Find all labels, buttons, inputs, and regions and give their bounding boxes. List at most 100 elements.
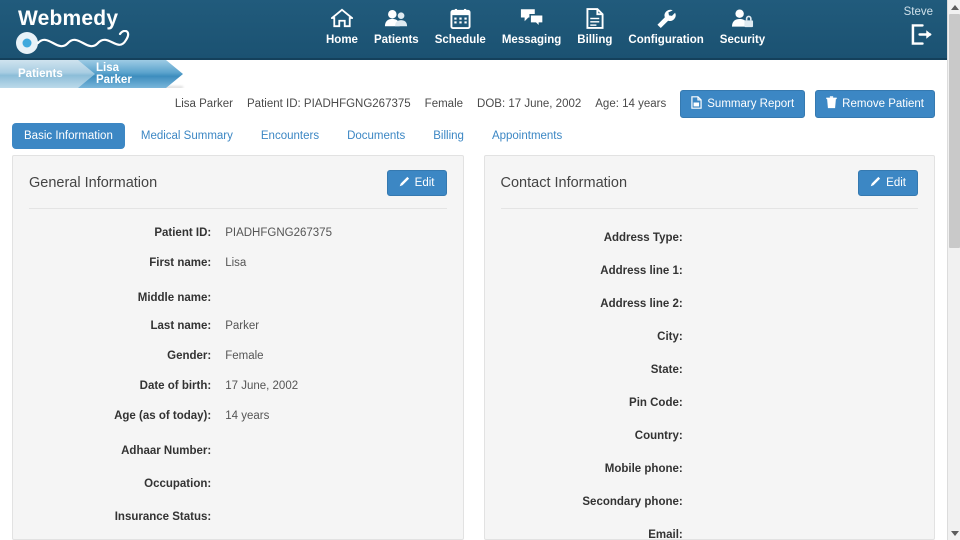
scrollbar-thumb[interactable]	[949, 14, 960, 248]
breadcrumb-label: Lisa Parker	[96, 62, 132, 86]
patient-summary-info: Lisa Parker Patient ID: PIADHFGNG267375 …	[175, 98, 666, 110]
nav-item-patients[interactable]: Patients	[366, 4, 427, 46]
field-label: Occupation:	[144, 478, 212, 490]
tab-appointments[interactable]: Appointments	[480, 123, 574, 149]
nav-label: Patients	[373, 34, 419, 46]
field-label: Pin Code:	[629, 397, 683, 409]
field-value	[225, 473, 446, 487]
main-content: General Information Edit Patient ID: PIAD…	[0, 155, 947, 540]
nav-label: Security	[719, 34, 766, 46]
field-label: Address line 1:	[600, 265, 683, 277]
app-logo[interactable]: Webmedy	[14, 8, 144, 56]
panel-title: General Information	[29, 175, 158, 191]
field-row: Middle name:	[29, 279, 447, 312]
field-label: Last name:	[150, 320, 212, 332]
remove-patient-label: Remove Patient	[842, 98, 924, 110]
tab-encounters[interactable]: Encounters	[249, 123, 331, 149]
patient-name: Lisa Parker	[174, 98, 234, 110]
field-value	[225, 287, 446, 301]
field-value	[697, 260, 918, 274]
field-label: Country:	[634, 430, 683, 442]
field-row: Insurance Status:	[29, 498, 447, 531]
field-row: Gender: Female	[29, 342, 447, 372]
scroll-up-button[interactable]	[948, 0, 960, 14]
field-row: Address line 1:	[501, 252, 919, 285]
field-value	[697, 524, 918, 538]
nav-item-messaging[interactable]: Messaging	[494, 4, 569, 46]
user-area: Steve	[904, 6, 933, 50]
field-row: Country:	[501, 417, 919, 450]
logout-icon[interactable]	[911, 24, 933, 50]
field-value	[697, 359, 918, 373]
field-label: Date of birth:	[139, 380, 212, 392]
patients-icon	[384, 6, 408, 30]
nav-item-configuration[interactable]: Configuration	[620, 4, 711, 46]
tab-medical-summary[interactable]: Medical Summary	[129, 123, 245, 149]
field-value	[697, 425, 918, 439]
field-row: Secondary phone:	[501, 483, 919, 516]
messaging-icon	[520, 6, 544, 30]
field-row: Last name: Parker	[29, 312, 447, 342]
caret-down-icon	[950, 530, 959, 536]
scroll-down-button[interactable]	[948, 526, 960, 540]
nav-item-billing[interactable]: Billing	[569, 4, 620, 46]
wrench-icon	[655, 6, 678, 30]
top-navigation-bar: Webmedy Home Patients Schedule Messaging…	[0, 0, 947, 60]
page-scrollbar[interactable]	[947, 0, 960, 540]
field-row: First name: Lisa	[29, 249, 447, 279]
panel-header: Contact Information Edit	[500, 156, 918, 209]
nav-label: Billing	[577, 34, 613, 46]
pdf-file-icon	[691, 96, 702, 112]
tab-documents[interactable]: Documents	[335, 123, 417, 149]
field-label: Address line 2:	[600, 298, 683, 310]
edit-contact-information-button[interactable]: Edit	[858, 170, 918, 196]
tab-basic-information[interactable]: Basic Information	[12, 123, 125, 149]
patient-dob-group: DOB: 17 June, 2002	[477, 98, 581, 110]
patient-age-label: Age:	[595, 98, 619, 110]
summary-report-label: Summary Report	[707, 98, 795, 110]
edit-general-information-button[interactable]: Edit	[386, 170, 447, 196]
field-label: Mobile phone:	[604, 463, 683, 475]
nav-label: Home	[326, 34, 358, 46]
field-label: Secondary phone:	[582, 496, 683, 508]
field-row: Address Type:	[501, 219, 919, 252]
remove-patient-button[interactable]: Remove Patient	[815, 90, 935, 118]
patient-summary-bar: Lisa Parker Patient ID: PIADHFGNG267375 …	[0, 88, 947, 120]
field-value: Lisa	[225, 257, 247, 269]
patient-id-value: PIADHFGNG267375	[303, 98, 411, 110]
breadcrumb-label: Patients	[18, 68, 63, 80]
patient-gender: Female	[424, 98, 464, 110]
nav-item-schedule[interactable]: Schedule	[427, 4, 494, 46]
patient-dob-label: DOB:	[477, 98, 506, 110]
field-label: Adhaar Number:	[121, 445, 212, 457]
field-row: Address line 2:	[501, 285, 919, 318]
field-label: Age (as of today):	[114, 410, 212, 422]
panel-title: Contact Information	[500, 175, 628, 191]
trash-icon	[826, 96, 837, 112]
field-value	[697, 293, 918, 307]
patient-id-group: Patient ID: PIADHFGNG267375	[247, 98, 411, 110]
tab-billing[interactable]: Billing	[421, 123, 476, 149]
nav-label: Messaging	[501, 34, 562, 46]
general-information-panel: General Information Edit Patient ID: PIAD…	[12, 155, 464, 540]
summary-report-button[interactable]: Summary Report	[680, 90, 806, 118]
document-icon	[586, 6, 604, 30]
field-value: 17 June, 2002	[225, 380, 299, 392]
patient-age-group: Age: 14 years	[595, 98, 666, 110]
user-name: Steve	[903, 6, 933, 18]
field-label: State:	[650, 364, 683, 376]
field-label: Address Type:	[603, 232, 683, 244]
field-row: Age (as of today): 14 years	[29, 402, 447, 432]
nav-item-security[interactable]: Security	[712, 4, 773, 46]
field-value: PIADHFGNG267375	[225, 227, 332, 239]
field-value	[697, 458, 918, 472]
logo-swirl-icon	[16, 30, 130, 54]
calendar-icon	[450, 6, 471, 30]
nav-item-home[interactable]: Home	[318, 4, 366, 46]
field-value	[697, 227, 918, 241]
field-row: Date of birth: 17 June, 2002	[29, 372, 447, 402]
field-label: Middle name:	[137, 292, 212, 304]
pencil-icon	[399, 176, 410, 190]
field-value: 14 years	[225, 410, 270, 422]
nav-label: Schedule	[434, 34, 486, 46]
